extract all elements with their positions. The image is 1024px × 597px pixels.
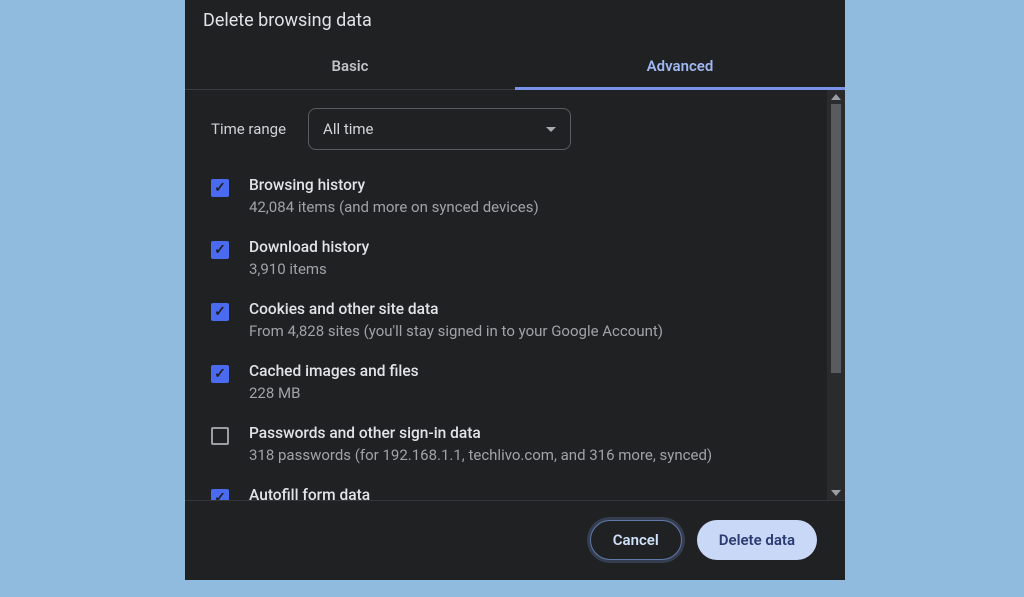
delete-browsing-data-dialog: Delete browsing data Basic Advanced Time… bbox=[185, 0, 845, 580]
item-text: Download history 3,910 items bbox=[249, 238, 817, 278]
cancel-button[interactable]: Cancel bbox=[590, 520, 682, 560]
check-icon: ✓ bbox=[214, 367, 226, 381]
list-item: Passwords and other sign-in data 318 pas… bbox=[211, 424, 817, 464]
dialog-content: Time range All time ✓ Browsing history 4… bbox=[185, 90, 827, 500]
item-title: Passwords and other sign-in data bbox=[249, 424, 817, 442]
item-title: Browsing history bbox=[249, 176, 817, 194]
checkbox-autofill[interactable]: ✓ bbox=[211, 489, 229, 500]
scroll-track[interactable] bbox=[829, 104, 843, 488]
dialog-title: Delete browsing data bbox=[185, 0, 845, 31]
item-text: Cached images and files 228 MB bbox=[249, 362, 817, 402]
scroll-thumb[interactable] bbox=[831, 104, 841, 373]
scrollbar[interactable] bbox=[827, 90, 845, 500]
list-item: ✓ Browsing history 42,084 items (and mor… bbox=[211, 176, 817, 216]
dialog-footer: Cancel Delete data bbox=[185, 500, 845, 580]
item-sub: 3,910 items bbox=[249, 260, 817, 278]
item-text: Passwords and other sign-in data 318 pas… bbox=[249, 424, 817, 464]
item-title: Cookies and other site data bbox=[249, 300, 817, 318]
checkbox-download-history[interactable]: ✓ bbox=[211, 241, 229, 259]
list-item: ✓ Cached images and files 228 MB bbox=[211, 362, 817, 402]
check-icon: ✓ bbox=[214, 491, 226, 500]
time-range-value: All time bbox=[323, 120, 373, 138]
checkbox-cookies[interactable]: ✓ bbox=[211, 303, 229, 321]
item-sub: From 4,828 sites (you'll stay signed in … bbox=[249, 322, 817, 340]
item-title: Download history bbox=[249, 238, 817, 256]
checkbox-browsing-history[interactable]: ✓ bbox=[211, 179, 229, 197]
time-range-select[interactable]: All time bbox=[308, 108, 571, 150]
item-text: Autofill form data bbox=[249, 486, 817, 500]
scroll-up-icon[interactable] bbox=[831, 94, 841, 100]
item-title: Autofill form data bbox=[249, 486, 817, 500]
item-sub: 318 passwords (for 192.168.1.1, techlivo… bbox=[249, 446, 817, 464]
delete-data-button[interactable]: Delete data bbox=[697, 520, 817, 560]
time-range-row: Time range All time bbox=[211, 108, 817, 150]
tab-bar: Basic Advanced bbox=[185, 45, 845, 90]
chevron-down-icon bbox=[546, 127, 556, 132]
scroll-down-icon[interactable] bbox=[831, 490, 841, 496]
item-text: Browsing history 42,084 items (and more … bbox=[249, 176, 817, 216]
time-range-label: Time range bbox=[211, 120, 286, 138]
checkbox-cached-images[interactable]: ✓ bbox=[211, 365, 229, 383]
tab-basic[interactable]: Basic bbox=[185, 45, 515, 90]
list-item: ✓ Autofill form data bbox=[211, 486, 817, 500]
check-icon: ✓ bbox=[214, 243, 226, 257]
item-sub: 228 MB bbox=[249, 384, 817, 402]
list-item: ✓ Download history 3,910 items bbox=[211, 238, 817, 278]
check-icon: ✓ bbox=[214, 181, 226, 195]
tab-advanced[interactable]: Advanced bbox=[515, 45, 845, 90]
check-icon: ✓ bbox=[214, 305, 226, 319]
list-item: ✓ Cookies and other site data From 4,828… bbox=[211, 300, 817, 340]
item-text: Cookies and other site data From 4,828 s… bbox=[249, 300, 817, 340]
checkbox-passwords[interactable] bbox=[211, 427, 229, 445]
item-sub: 42,084 items (and more on synced devices… bbox=[249, 198, 817, 216]
item-title: Cached images and files bbox=[249, 362, 817, 380]
content-wrapper: Time range All time ✓ Browsing history 4… bbox=[185, 90, 845, 500]
